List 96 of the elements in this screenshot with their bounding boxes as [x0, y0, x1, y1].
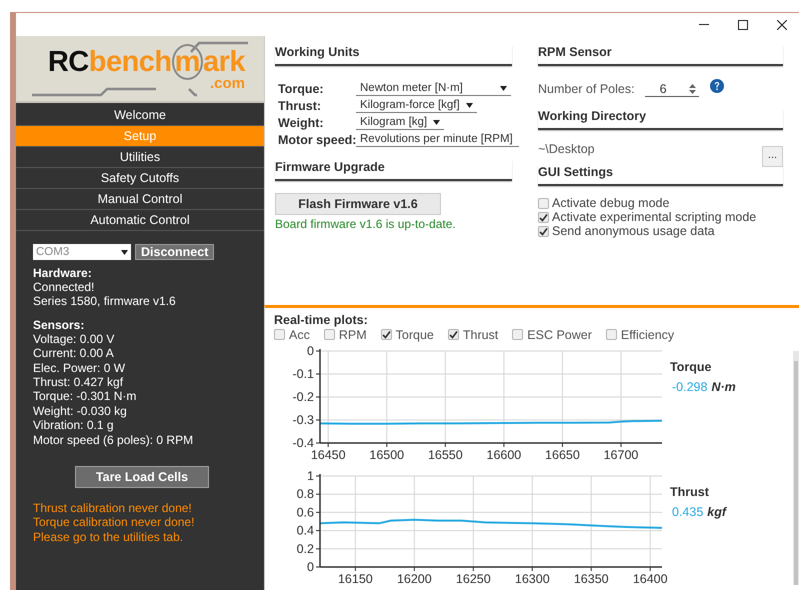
- section-heading: Working Units: [275, 45, 512, 66]
- scrollbar[interactable]: [793, 351, 799, 585]
- unit-select[interactable]: Kilogram [kg]: [356, 116, 444, 130]
- field-label: Number of Poles:: [538, 82, 635, 96]
- checkbox[interactable]: [380, 329, 392, 340]
- warning-text: Please go to the utilities tab.: [33, 530, 184, 544]
- section-title: Real-time plots:: [274, 313, 369, 327]
- tick-label: 0.4: [296, 524, 314, 538]
- status-text: Series 1580, firmware v1.6: [33, 294, 177, 309]
- tick-label: -0.4: [292, 436, 314, 450]
- checkbox[interactable]: [448, 329, 459, 340]
- maximize-icon[interactable]: [738, 20, 748, 30]
- plot-toggle-label: Torque: [396, 328, 434, 342]
- tick-label: 0.2: [296, 542, 314, 556]
- sensor-reading: Motor speed (6 poles): 0 RPM: [33, 432, 194, 448]
- legend-title: Thrust: [670, 485, 710, 499]
- option-label: Activate debug mode: [552, 196, 670, 210]
- sensor-reading: Weight: -0.030 kg: [33, 404, 128, 418]
- tick-label: 0: [307, 560, 314, 574]
- caret-icon: [121, 250, 128, 254]
- plot-toggle-label: RPM: [338, 328, 367, 342]
- browse-button[interactable]: ...: [762, 146, 783, 167]
- caret-icon: [500, 86, 507, 90]
- legend-unit: N·m: [711, 380, 736, 394]
- sensor-reading: Elec. Power: 0 W: [33, 360, 126, 376]
- sensor-reading: Vibration: 0.1 g: [33, 418, 115, 433]
- tick-label: 16400: [632, 572, 668, 585]
- close-icon[interactable]: [777, 20, 787, 30]
- poles-field[interactable]: 6: [644, 81, 699, 97]
- tick-label: 16550: [428, 448, 463, 462]
- tick-label: -0.2: [292, 390, 314, 404]
- minimize-icon[interactable]: [699, 24, 709, 26]
- tick-label: 16450: [310, 448, 346, 462]
- section-heading: Firmware Upgrade: [275, 160, 512, 181]
- plot-toggle-label: ESC Power: [527, 328, 592, 342]
- disconnect-button[interactable]: Disconnect: [135, 244, 214, 260]
- legend-unit: kgf: [707, 505, 726, 519]
- tare-button[interactable]: Tare Load Cells: [75, 466, 209, 488]
- checkbox[interactable]: [274, 329, 285, 340]
- unit-select[interactable]: Revolutions per minute [RPM]: [356, 133, 519, 147]
- option-label: Activate experimental scripting mode: [552, 210, 756, 224]
- caret-icon: [466, 102, 473, 108]
- section-heading: GUI Settings: [538, 165, 783, 186]
- tick-label: 16600: [486, 448, 522, 462]
- section-heading: Working Directory: [538, 109, 783, 130]
- spinner-icon[interactable]: [688, 84, 696, 94]
- tick-label: 0.6: [296, 505, 314, 520]
- field-label: Weight:: [278, 116, 325, 130]
- plot-toggle-label: Thrust: [462, 328, 498, 342]
- help-icon[interactable]: [710, 79, 724, 93]
- tick-label: 16500: [369, 448, 404, 462]
- tick-label: 16250: [456, 572, 491, 585]
- tick-label: 16650: [545, 448, 580, 462]
- field-label: Torque:: [278, 82, 325, 96]
- warning-text: Thrust calibration never done!: [33, 501, 193, 516]
- legend-value: -0.298: [672, 380, 708, 394]
- checkbox[interactable]: [538, 212, 549, 222]
- section-title: Hardware:: [33, 266, 93, 280]
- sensor-reading: Voltage: 0.00 V: [33, 332, 116, 346]
- checkbox[interactable]: [324, 329, 335, 340]
- flash-firmware-button[interactable]: Flash Firmware v1.6: [275, 193, 441, 215]
- legend-value: 0.435: [672, 505, 704, 519]
- field-label: Motor speed:: [278, 133, 356, 147]
- checkbox[interactable]: [512, 329, 524, 340]
- logo: RCbench mark .com: [31, 40, 249, 98]
- unit-select[interactable]: Kilogram-force [kgf]: [356, 99, 477, 113]
- checkbox[interactable]: [538, 198, 549, 208]
- status-text: Connected!: [33, 280, 96, 294]
- tick-label: 16300: [514, 572, 550, 585]
- sensor-reading: Current: 0.00 A: [33, 346, 115, 361]
- checkbox[interactable]: [538, 226, 549, 236]
- tick-label: 16350: [574, 572, 609, 585]
- tick-label: 0.8: [296, 487, 314, 502]
- option-label: Send anonymous usage data: [552, 224, 715, 238]
- section-heading: RPM Sensor: [538, 45, 783, 66]
- plot-toggle-label: Efficiency: [620, 328, 674, 342]
- unit-select[interactable]: Newton meter [N·m]: [356, 82, 511, 96]
- tick-label: 16200: [396, 572, 432, 585]
- tick-label: -0.1: [292, 367, 314, 381]
- tick-label: 16700: [604, 448, 638, 462]
- tick-label: 0: [307, 344, 314, 358]
- section-title: Sensors:: [33, 318, 86, 332]
- sensor-reading: Torque: -0.301 N·m: [33, 389, 138, 404]
- caret-icon: [433, 120, 440, 124]
- plot-toggle-label: Acc: [289, 328, 310, 342]
- firmware-status: Board firmware v1.6 is up-to-date.: [275, 217, 457, 231]
- tick-label: 16150: [338, 572, 373, 585]
- tick-label: 1: [307, 469, 314, 483]
- directory-path: ~\Desktop: [538, 142, 595, 158]
- sensor-reading: Thrust: 0.427 kgf: [33, 375, 124, 390]
- field-label: Thrust:: [278, 99, 322, 113]
- warning-text: Torque calibration never done!: [33, 515, 196, 530]
- port-select[interactable]: COM3: [33, 244, 131, 260]
- tick-label: -0.3: [292, 413, 314, 427]
- checkbox[interactable]: [606, 329, 617, 340]
- legend-title: Torque: [670, 360, 712, 374]
